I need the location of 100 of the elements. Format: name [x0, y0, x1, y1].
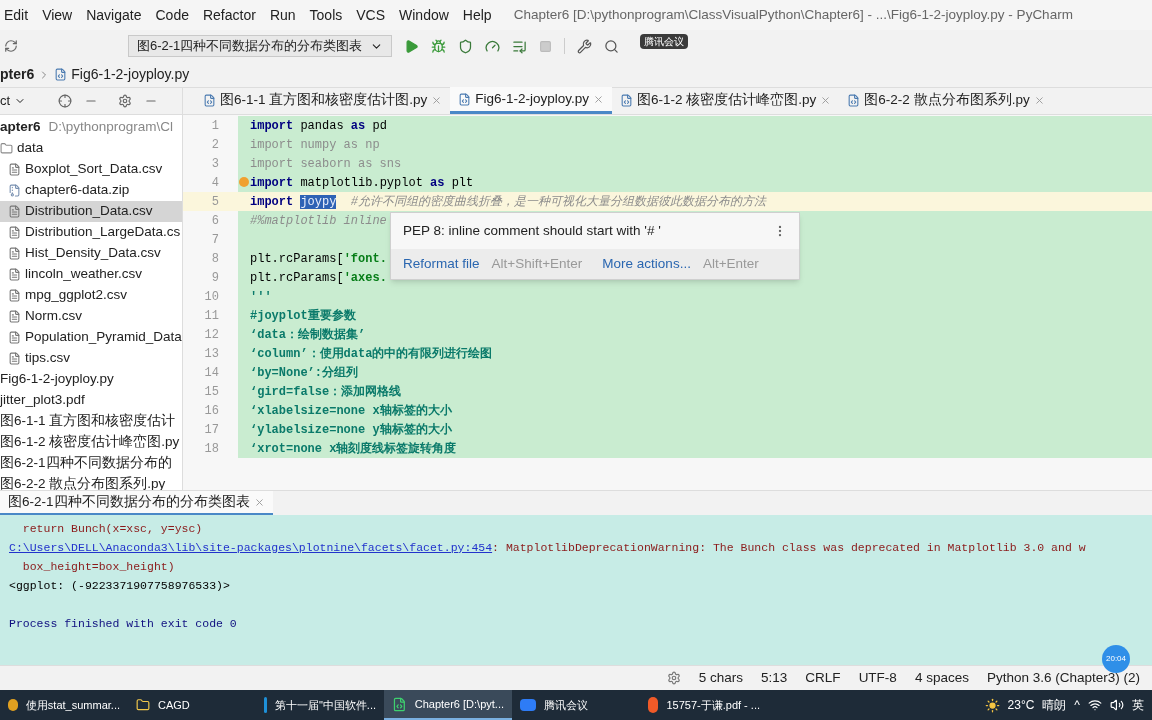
- folder-icon: [0, 142, 13, 155]
- status-item[interactable]: CRLF: [805, 667, 841, 689]
- code-line: import numpy as np: [250, 136, 380, 154]
- tree-item[interactable]: data: [0, 138, 182, 159]
- menu-item[interactable]: View: [42, 4, 73, 26]
- code-line: plt.rcParams['font.: [250, 250, 387, 268]
- line-number: 4: [210, 174, 220, 192]
- tree-item[interactable]: tips.csv: [0, 348, 182, 369]
- file-icon: [8, 205, 21, 218]
- code-line: #%matplotlib inline: [250, 212, 387, 230]
- tree-item[interactable]: Fig6-1-2-joyploy.py: [0, 369, 182, 390]
- tree-item[interactable]: Norm.csv: [0, 306, 182, 327]
- taskbar-button[interactable]: CAGD: [128, 690, 256, 720]
- coverage-icon[interactable]: [458, 38, 474, 54]
- code-line: ''': [250, 288, 272, 306]
- menu-item[interactable]: Refactor: [202, 4, 256, 26]
- breadcrumb-item[interactable]: Fig6-1-2-joyploy.py: [71, 64, 190, 85]
- shortcut-label: Alt+Shift+Enter: [491, 254, 583, 273]
- editor-tab[interactable]: 图6-1-2 核密度估计峰峦图.py: [612, 87, 840, 114]
- taskbar-button[interactable]: 15757-于谦.pdf - ...: [640, 690, 768, 720]
- settings-icon[interactable]: [118, 94, 133, 108]
- tree-item[interactable]: Boxplot_Sort_Data.csv: [0, 159, 182, 180]
- refresh-icon[interactable]: [4, 39, 18, 53]
- line-number: 9: [210, 269, 220, 287]
- ide-icon: [392, 696, 407, 712]
- editor-tab[interactable]: 图6-2-2 散点分布图系列.py: [839, 87, 1053, 114]
- locate-icon[interactable]: [58, 94, 73, 108]
- taskbar-button[interactable]: Chapter6 [D:\pyt...: [384, 690, 512, 720]
- status-item[interactable]: 5:13: [761, 667, 788, 689]
- shortcut-label: Alt+Enter: [702, 254, 759, 273]
- code-line: import pandas as pd: [250, 117, 387, 135]
- status-item[interactable]: 5 chars: [698, 667, 744, 689]
- menu-item[interactable]: Code: [155, 4, 189, 26]
- tree-item[interactable]: 图6-2-1四种不同数据分布的: [0, 453, 182, 474]
- ime-indicator[interactable]: 英: [1132, 696, 1144, 714]
- tree-item[interactable]: jitter_plot3.pdf: [0, 390, 182, 411]
- taskbar-button[interactable]: 第十一届"中国软件...: [256, 690, 384, 720]
- taskbar-button[interactable]: 使用stat_summar...: [0, 690, 128, 720]
- close-icon[interactable]: [253, 496, 265, 508]
- weather-label: 晴朗: [1042, 697, 1067, 714]
- tree-item[interactable]: 图6-1-2 核密度估计峰峦图.py: [0, 432, 182, 453]
- tree-item[interactable]: apter6 D:\pythonprogram\Cl: [0, 117, 182, 138]
- tree-item[interactable]: Distribution_Data.csv: [0, 201, 182, 222]
- line-number: 7: [210, 231, 220, 249]
- menu-item[interactable]: VCS: [356, 4, 386, 26]
- meeting-badge: 腾讯会议: [640, 34, 688, 49]
- menu-item[interactable]: Help: [462, 4, 492, 26]
- line-number: 10: [203, 288, 220, 306]
- wifi-icon[interactable]: [1088, 698, 1102, 712]
- line-number: 11: [203, 307, 220, 325]
- file-icon: [8, 310, 21, 323]
- status-item[interactable]: UTF-8: [858, 667, 897, 689]
- file-icon: [8, 331, 21, 344]
- menu-item[interactable]: Window: [399, 4, 449, 26]
- search-icon[interactable]: [604, 38, 620, 54]
- taskbar-button[interactable]: 腾讯会议: [512, 690, 640, 720]
- breadcrumb-item[interactable]: pter6: [0, 64, 35, 85]
- debug-icon[interactable]: [431, 38, 447, 54]
- action-link[interactable]: More actions...: [602, 253, 691, 275]
- menu-item[interactable]: Edit: [4, 4, 29, 26]
- code-line: ‘by=None’:分组列: [250, 364, 358, 382]
- editor-tab[interactable]: 图6-1-1 直方图和核密度估计图.py: [195, 87, 451, 114]
- code-line: ‘xlabelsize=none x轴标签的大小: [250, 402, 452, 420]
- wrench-icon[interactable]: [577, 38, 593, 54]
- tree-item[interactable]: Population_Pyramid_Data: [0, 327, 182, 348]
- file-icon: [8, 226, 21, 239]
- tree-item[interactable]: lincoln_weather.csv: [0, 264, 182, 285]
- line-number: 14: [203, 364, 220, 382]
- concurrency-icon[interactable]: [512, 38, 528, 54]
- gear-icon: [666, 671, 681, 685]
- close-icon[interactable]: [593, 93, 605, 105]
- tree-item[interactable]: Distribution_LargeData.cs: [0, 222, 182, 243]
- editor-tab[interactable]: Fig6-1-2-joyploy.py: [450, 87, 613, 114]
- code-line: import matplotlib.pyplot as plt: [250, 174, 474, 192]
- status-item[interactable]: 4 spaces: [914, 667, 969, 689]
- tree-item[interactable]: chapter6-data.zip: [0, 180, 182, 201]
- line-number: 13: [203, 345, 220, 363]
- run-tab[interactable]: 图6-2-1四种不同数据分布的分布类图表: [0, 491, 273, 515]
- tree-item[interactable]: mpg_ggplot2.csv: [0, 285, 182, 306]
- action-link[interactable]: Reformat file: [403, 253, 480, 275]
- code-line: import joypy #允许不同组的密度曲线折叠，是一种可视化大量分组数据彼此数据分布的方法: [250, 193, 767, 211]
- code-line: ‘gird=false：添加网格线: [250, 383, 402, 401]
- profile-icon[interactable]: [485, 38, 501, 54]
- run-config-dropdown[interactable]: 图6-2-1四种不同数据分布的分布类图表: [128, 35, 393, 57]
- menu-item[interactable]: Navigate: [86, 4, 142, 26]
- project-path: D:\pythonprogram\Cl: [48, 118, 174, 137]
- console-line: Process finished with exit code 0: [9, 615, 237, 632]
- menu-item[interactable]: Tools: [309, 4, 343, 26]
- run-icon[interactable]: [404, 38, 420, 54]
- volume-icon[interactable]: [1110, 698, 1124, 712]
- file-icon: [8, 289, 21, 302]
- menu-item[interactable]: Run: [269, 4, 296, 26]
- console-line: C:\Users\DELL\Anaconda3\lib\site-packages\plotnine\facets\facet.py:454: MatplotlibDeprecationWarning: The Bunch class was deprecated in Matplotlib 3.0 and w: [9, 539, 1086, 556]
- console-line: <ggplot: (-9223371907758976533)>: [9, 577, 230, 594]
- tree-item[interactable]: Hist_Density_Data.csv: [0, 243, 182, 264]
- project-view-dropdown[interactable]: ct: [0, 91, 27, 111]
- tree-item[interactable]: 图6-1-1 直方图和核密度估计: [0, 411, 182, 432]
- file-icon: [8, 163, 21, 176]
- console-line: box_height=box_height): [21, 558, 175, 575]
- tray-chevron[interactable]: ^: [1074, 696, 1080, 714]
